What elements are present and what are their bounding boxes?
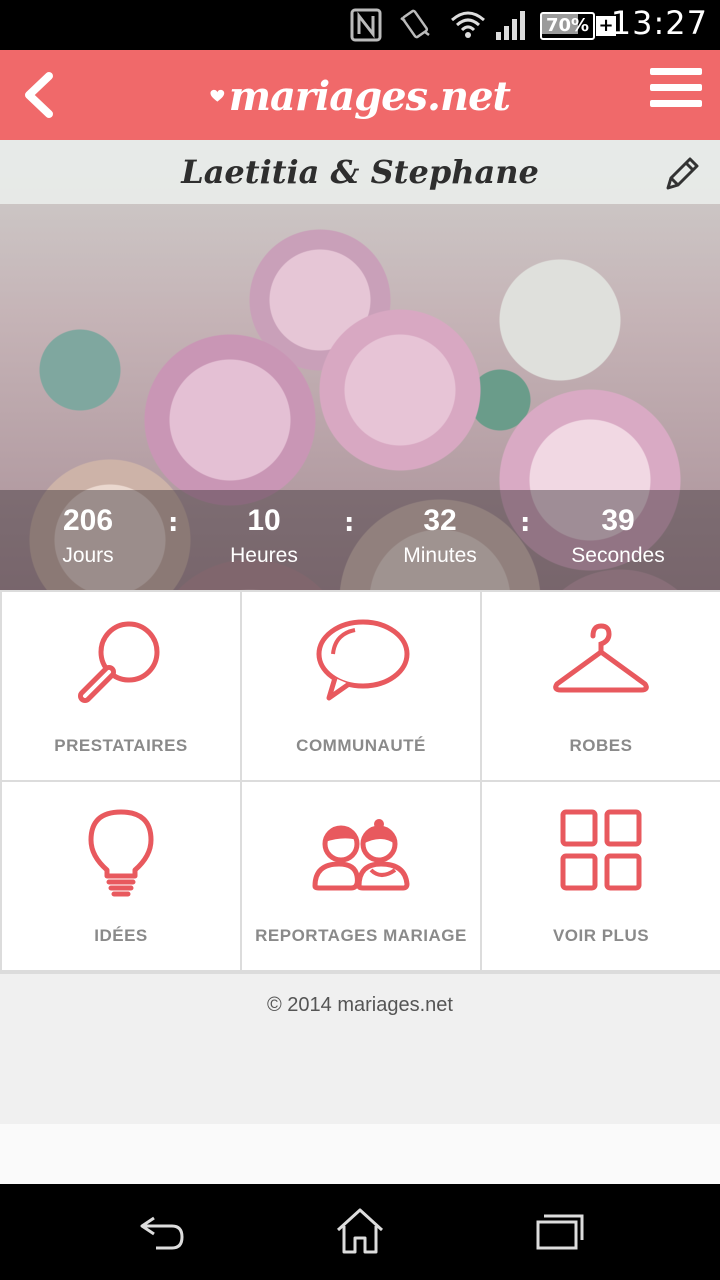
logo-text: mariages.net bbox=[228, 72, 511, 120]
signal-icon bbox=[494, 8, 530, 46]
vibrate-icon bbox=[398, 8, 432, 46]
countdown-label: Minutes bbox=[403, 544, 477, 567]
menu-line bbox=[650, 100, 702, 107]
edit-button[interactable] bbox=[662, 154, 702, 194]
countdown-separator: : bbox=[520, 508, 531, 538]
grid-icon bbox=[560, 809, 642, 891]
heart-logo-icon bbox=[210, 89, 225, 102]
tile-voir-plus[interactable]: VOIR PLUS bbox=[482, 782, 720, 970]
app-header: mariages.net bbox=[0, 50, 720, 140]
countdown-value: 206 bbox=[62, 504, 114, 537]
recents-icon bbox=[536, 1214, 584, 1250]
tile-prestataires[interactable]: PRESTATAIRES bbox=[2, 592, 240, 780]
nfc-icon bbox=[350, 8, 382, 46]
countdown-seconds: 39 Secondes bbox=[530, 500, 706, 570]
hanger-icon bbox=[553, 623, 649, 693]
menu-grid: PRESTATAIRES COMMUNAUTÉ ROBES IDÉES REPO… bbox=[0, 590, 720, 974]
menu-line bbox=[650, 84, 702, 91]
home-icon bbox=[336, 1208, 384, 1254]
system-nav-bar bbox=[0, 1184, 720, 1280]
chevron-left-icon bbox=[25, 72, 53, 118]
speech-bubble-icon bbox=[316, 619, 410, 701]
status-time: 13:27 bbox=[610, 4, 708, 42]
page-bottom bbox=[0, 1124, 720, 1184]
countdown-value: 39 bbox=[601, 504, 635, 537]
hero-image: Laetitia & Stephane 206 Jours : 10 Heure… bbox=[0, 140, 720, 590]
menu-button[interactable] bbox=[650, 68, 702, 122]
tile-label: COMMUNAUTÉ bbox=[296, 736, 426, 755]
countdown-value: 32 bbox=[423, 504, 457, 537]
tile-robes[interactable]: ROBES bbox=[482, 592, 720, 780]
countdown-label: Jours bbox=[62, 544, 114, 567]
tile-label: PRESTATAIRES bbox=[54, 736, 188, 755]
countdown-label: Heures bbox=[230, 544, 298, 567]
back-icon bbox=[140, 1216, 184, 1250]
countdown-hours: 10 Heures bbox=[176, 500, 352, 570]
nav-recents-button[interactable] bbox=[530, 1206, 590, 1256]
wifi-icon bbox=[450, 8, 486, 46]
battery-icon: 70% + bbox=[540, 12, 616, 40]
couple-icon bbox=[312, 819, 410, 891]
tile-label: REPORTAGES MARIAGE bbox=[255, 926, 467, 945]
battery-percent: 70% bbox=[540, 12, 595, 40]
tile-reportages-mariage[interactable]: REPORTAGES MARIAGE bbox=[242, 782, 480, 970]
tile-label: ROBES bbox=[569, 736, 633, 755]
footer: © 2014 mariages.net bbox=[0, 974, 720, 1124]
copyright: © 2014 mariages.net bbox=[267, 994, 453, 1016]
logo: mariages.net bbox=[210, 56, 511, 136]
countdown-value: 10 bbox=[247, 504, 281, 537]
magnifier-icon bbox=[78, 621, 160, 703]
tile-label: IDÉES bbox=[94, 926, 148, 945]
countdown-days: 206 Jours bbox=[0, 500, 176, 570]
menu-line bbox=[650, 68, 702, 75]
countdown-label: Secondes bbox=[571, 544, 665, 567]
tile-communaute[interactable]: COMMUNAUTÉ bbox=[242, 592, 480, 780]
back-button[interactable] bbox=[14, 62, 64, 128]
nav-back-button[interactable] bbox=[132, 1206, 192, 1256]
tile-idees[interactable]: IDÉES bbox=[2, 782, 240, 970]
couple-name: Laetitia & Stephane bbox=[181, 153, 539, 191]
nav-home-button[interactable] bbox=[330, 1206, 390, 1256]
status-bar: 70% + 13:27 bbox=[0, 0, 720, 50]
countdown: 206 Jours : 10 Heures : 32 Minutes : 39 … bbox=[0, 490, 720, 590]
tile-label: VOIR PLUS bbox=[552, 926, 650, 945]
countdown-minutes: 32 Minutes bbox=[352, 500, 528, 570]
lightbulb-icon bbox=[88, 809, 154, 897]
pencil-icon bbox=[666, 157, 699, 190]
